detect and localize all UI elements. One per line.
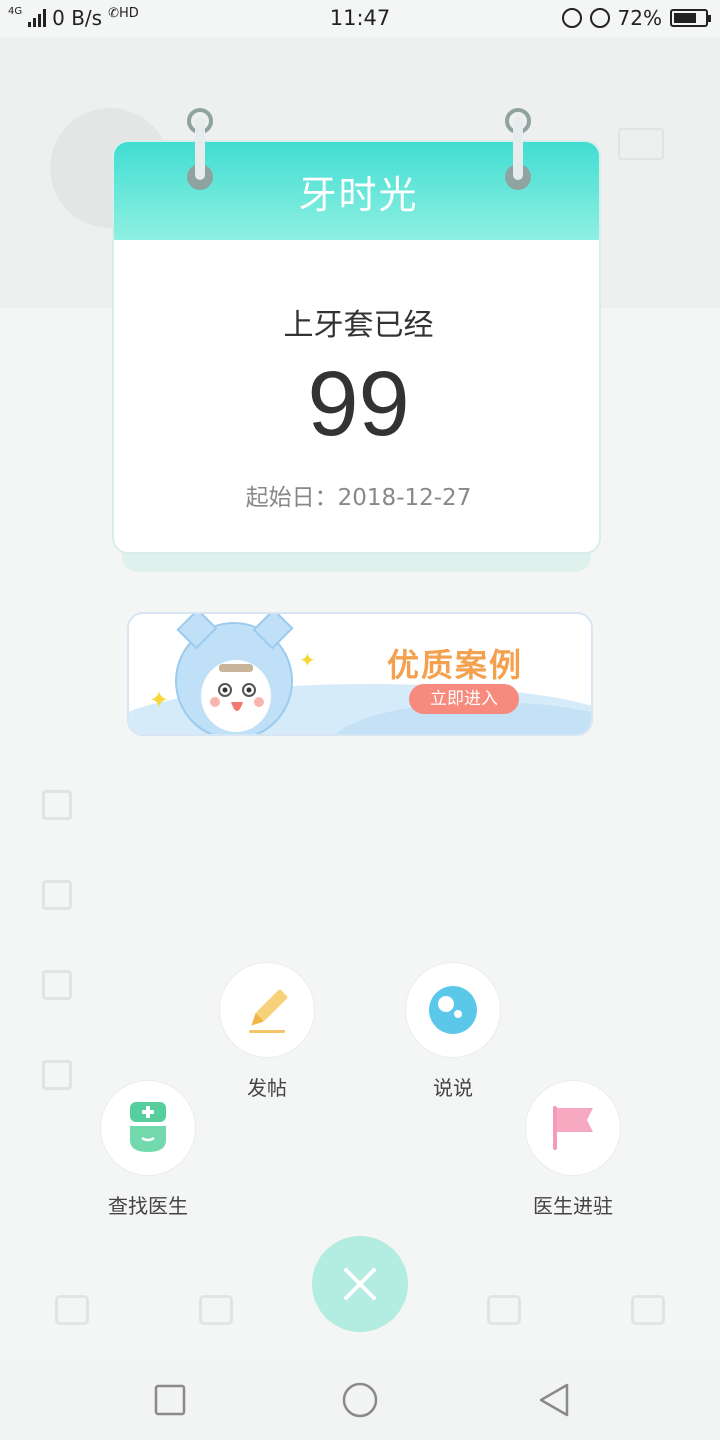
quality-case-banner[interactable]: ✦ ✦ 优质案例 立即进入 [127,612,593,736]
post-action[interactable]: 发帖 [219,962,315,1101]
background-discover-icon [487,1295,521,1325]
status-bar: 4G 0 B/s ✆HD 11:47 72% [0,0,720,38]
background-menu-row [0,760,720,850]
background-tab [631,1295,665,1325]
circle-icon [342,1382,378,1418]
background-tab [199,1295,233,1325]
status-right: 72% [561,6,711,30]
enter-now-button[interactable]: 立即进入 [409,684,519,714]
battery-icon [670,9,711,27]
mascot-image [175,614,294,734]
battery-fill [674,13,696,23]
system-nav-bar [0,1360,720,1440]
pencil-icon [249,989,288,1033]
find-doctor-action[interactable]: 查找医生 [100,1080,196,1219]
calendar-ring-icon [505,108,531,192]
calendar-title: 牙时光 [298,172,419,217]
post-button[interactable] [219,962,315,1058]
calendar-ring-icon [187,108,213,192]
days-count: 99 [307,353,410,455]
doctor-join-action[interactable]: 医生进驻 [525,1080,621,1219]
background-home-icon [55,1295,89,1325]
doctor-join-button[interactable] [525,1080,621,1176]
doctor-join-label: 医生进驻 [533,1194,613,1218]
background-star-icon [42,790,72,820]
background-menu-row [0,940,720,1030]
find-doctor-button[interactable] [100,1080,196,1176]
tooth-time-calendar[interactable]: 牙时光 上牙套已经 99 起始日：2018-12-27 [112,108,601,572]
background-mail-icon [618,128,664,160]
sparkle-icon: ✦ [299,648,316,672]
find-doctor-label: 查找医生 [108,1194,188,1218]
close-icon [344,1268,376,1300]
background-menu-row [0,850,720,940]
banner-title: 优质案例 [387,646,524,684]
recent-apps-button[interactable] [152,1382,188,1418]
battery-percent: 72% [617,6,662,30]
sparkle-icon: ✦ [149,686,170,714]
talk-label: 说说 [433,1076,473,1100]
close-button[interactable] [312,1236,408,1332]
background-mine-icon [631,1295,665,1325]
background-community-icon [199,1295,233,1325]
calendar-label: 上牙套已经 [283,308,434,343]
background-menu-list [0,760,720,1120]
bubble-icon [429,986,477,1034]
triangle-back-icon [539,1383,569,1417]
alarm-icon [589,8,610,28]
talk-action[interactable]: 说说 [405,962,501,1101]
background-gear-icon [42,1060,72,1090]
background-edit-icon [42,970,72,1000]
background-tab [487,1295,521,1325]
home-button[interactable] [342,1382,378,1418]
background-tab [55,1295,89,1325]
post-label: 发帖 [247,1076,287,1100]
doctor-icon [130,1102,166,1152]
flag-icon [553,1106,593,1150]
background-flag-icon [42,880,72,910]
talk-button[interactable] [405,962,501,1058]
square-icon [154,1384,186,1416]
calendar-body: 牙时光 上牙套已经 99 起始日：2018-12-27 [112,140,601,554]
start-date: 起始日：2018-12-27 [245,485,472,511]
rotation-lock-icon [561,8,582,28]
back-button[interactable] [536,1382,572,1418]
